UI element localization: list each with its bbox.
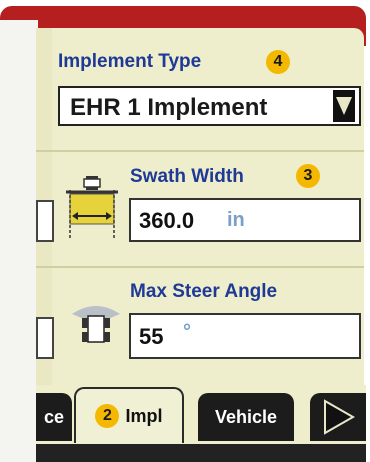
tab-previous[interactable]: ce — [36, 393, 72, 441]
left-field-edge — [36, 317, 54, 359]
tab-impl-badge: 2 — [95, 404, 120, 428]
section-divider — [36, 150, 364, 152]
section-divider — [36, 266, 364, 268]
tab-impl-label: Impl — [125, 405, 163, 426]
swath-width-value: 360.0 — [139, 208, 195, 233]
left-field-edge — [36, 200, 54, 242]
max-steer-angle-value: 55 — [139, 324, 164, 349]
tab-vehicle-label: Vehicle — [214, 406, 278, 427]
max-steer-angle-unit: ° — [183, 321, 191, 343]
max-steer-angle-label: Max Steer Angle — [130, 281, 278, 302]
steer-angle-icon — [72, 306, 120, 343]
tab-previous-label: ce — [43, 406, 65, 427]
chevron-down-icon[interactable] — [333, 90, 355, 122]
device-frame-left — [0, 20, 38, 462]
implement-type-dropdown[interactable]: EHR 1 Implement — [58, 86, 361, 126]
implement-type-value: EHR 1 Implement — [70, 94, 268, 121]
swath-width-field[interactable]: 360.0 in — [129, 198, 361, 242]
implement-width-icon — [66, 176, 118, 238]
bottom-bar — [36, 444, 366, 462]
tab-impl[interactable]: 2 Impl — [74, 387, 184, 443]
swath-width-badge: 3 — [296, 164, 320, 188]
swath-width-label: Swath Width — [130, 166, 244, 187]
implement-type-badge: 4 — [266, 50, 290, 74]
next-tab-button[interactable] — [310, 393, 366, 441]
play-arrow-icon — [324, 399, 355, 435]
tab-vehicle[interactable]: Vehicle — [198, 393, 294, 441]
max-steer-angle-field[interactable]: 55 ° — [129, 313, 361, 359]
swath-width-unit: in — [227, 209, 245, 231]
implement-type-label: Implement Type — [58, 51, 202, 72]
